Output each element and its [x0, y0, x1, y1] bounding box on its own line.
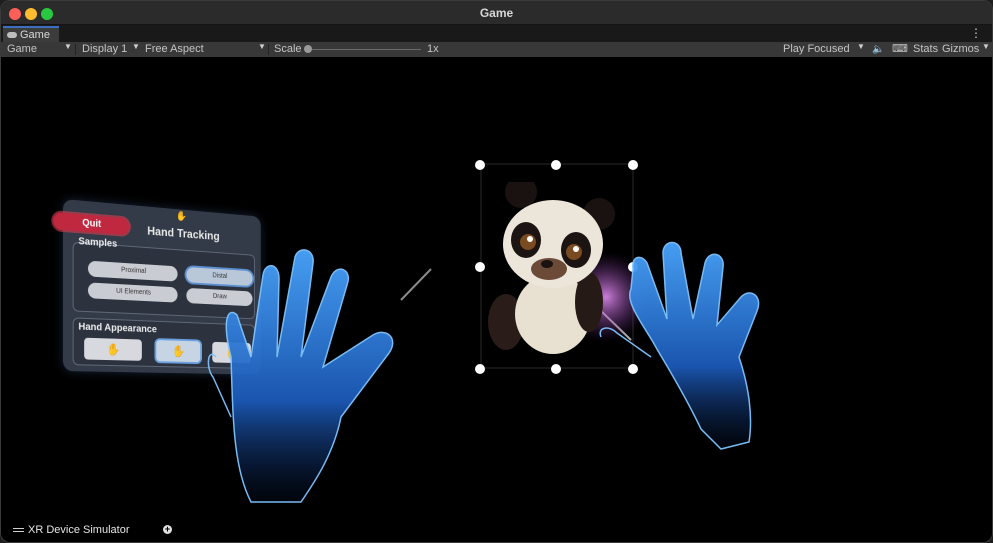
right-hand-model [599, 241, 760, 450]
xr-device-simulator-bar[interactable]: XR Device Simulator [13, 524, 129, 536]
stats-button[interactable]: Stats [913, 42, 938, 57]
aspect-dropdown[interactable]: Free Aspect [145, 42, 204, 57]
chevron-down-icon: ▼ [132, 42, 140, 51]
chevron-down-icon: ▼ [258, 42, 266, 51]
virtual-hands [207, 241, 760, 503]
left-hand-model [207, 249, 394, 503]
scale-label: Scale [274, 43, 302, 55]
gamepad-icon [7, 32, 17, 38]
tab-game-label: Game [20, 29, 50, 41]
game-toolbar: Game ▼ Display 1 ▼ Free Aspect ▼ Scale 1… [1, 42, 992, 57]
speaker-icon[interactable]: 🔈 [872, 42, 884, 57]
scale-slider-track[interactable] [305, 49, 421, 50]
more-options-icon[interactable]: ⋮ [970, 26, 982, 40]
title-bar: Game [1, 1, 992, 25]
tab-strip: Game ⋮ [1, 25, 992, 42]
keyboard-icon[interactable]: ⌨ [892, 42, 908, 57]
scale-slider-handle[interactable] [304, 45, 312, 53]
game-viewport[interactable]: ✋ Quit Hand Tracking Samples Proximal Di… [1, 57, 992, 542]
chevron-down-icon: ▼ [64, 42, 72, 51]
divider [75, 44, 76, 55]
drag-handle-icon[interactable] [13, 528, 24, 532]
xr-simulator-label: XR Device Simulator [28, 524, 130, 536]
game-window: Game Game ⋮ Game ▼ Display 1 ▼ Free Aspe… [0, 0, 993, 543]
play-mode-dropdown[interactable]: Play Focused [783, 42, 850, 57]
divider [268, 44, 269, 55]
view-dropdown[interactable]: Game [7, 42, 37, 57]
expand-plus-icon[interactable]: + [163, 525, 172, 534]
chevron-down-icon: ▼ [857, 42, 865, 51]
gizmos-button[interactable]: Gizmos [942, 42, 979, 57]
scale-value: 1x [427, 43, 439, 55]
display-dropdown[interactable]: Display 1 [82, 42, 127, 57]
window-title: Game [479, 6, 514, 20]
tab-game[interactable]: Game [3, 26, 59, 42]
chevron-down-icon: ▼ [982, 42, 990, 51]
